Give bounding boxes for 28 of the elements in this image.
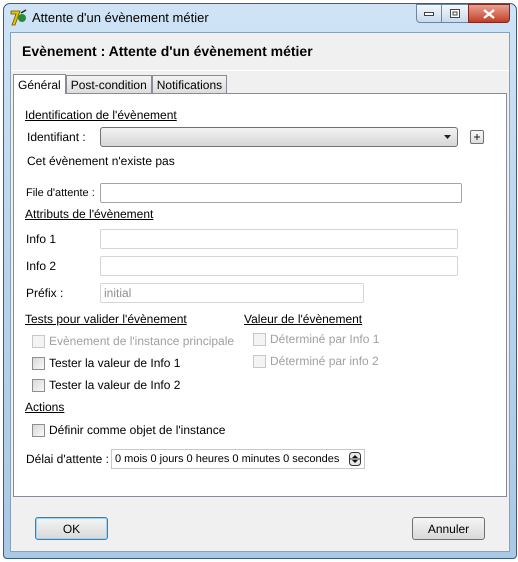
tab[interactable]: Notifications (152, 75, 228, 93)
field-value: initial (104, 286, 132, 300)
delay-spinner[interactable]: 0 mois 0 jours 0 heures 0 minutes 0 secondes (111, 449, 365, 469)
checkbox-label: Tester la valeur de Info 1 (49, 355, 180, 372)
checkbox-label: Tester la valeur de Info 2 (49, 377, 180, 394)
checkbox-label: Déterminé par info 2 (270, 353, 379, 370)
section-heading: Tests pour valider l'évènement (25, 311, 188, 328)
tab[interactable]: Post-condition (66, 75, 152, 93)
checkbox-label: Evènement de l'instance principale (49, 333, 234, 350)
tab[interactable]: Général (13, 74, 66, 94)
dialog-header: Evènement : Attente d'un évènement métier (22, 42, 313, 61)
field-label: File d'attente : (25, 186, 96, 201)
field-label: Délai d'attente : (25, 451, 110, 468)
field-label: Préfix : (25, 285, 64, 302)
field-label: Identifiant : (26, 129, 87, 146)
field-label: Info 2 (25, 258, 58, 275)
dialog-button[interactable]: OK (35, 517, 108, 540)
field-label: Info 1 (25, 231, 58, 248)
window-title: Attente d'un évènement métier (32, 9, 209, 28)
checkbox-label: Déterminé par Info 1 (270, 331, 380, 348)
dialog-button[interactable]: Annuler (412, 517, 485, 540)
section-heading: Valeur de l'évènement (244, 311, 364, 328)
section-heading: Attributs de l'évènement (25, 206, 154, 223)
delay-value: 0 mois 0 jours 0 heures 0 minutes 0 secondes (115, 452, 340, 467)
section-heading: Identification de l'évènement (25, 107, 178, 124)
checkbox-label: Définir comme objet de l'instance (49, 422, 226, 439)
status-message: Cet évènement n'existe pas (26, 153, 176, 170)
section-heading: Actions (25, 399, 66, 416)
